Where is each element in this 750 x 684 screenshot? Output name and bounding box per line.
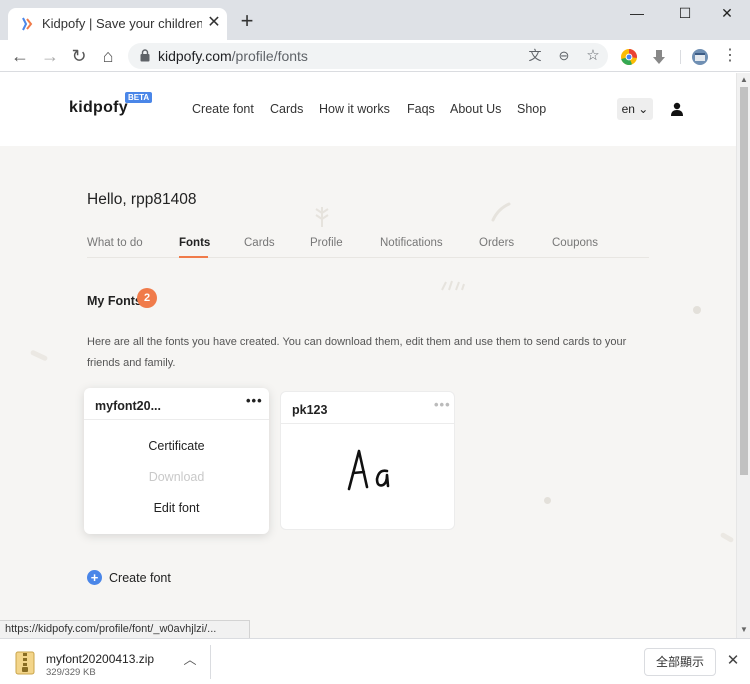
font-count-badge: 2 xyxy=(137,288,157,308)
tab-fonts[interactable]: Fonts xyxy=(179,237,210,249)
tab-what-to-do[interactable]: What to do xyxy=(87,237,143,249)
toolbar-divider xyxy=(680,50,681,64)
download-divider xyxy=(210,645,211,679)
forward-icon[interactable]: → xyxy=(38,44,62,68)
plus-icon: + xyxy=(87,570,102,585)
show-all-button[interactable]: 全部顯示 xyxy=(644,648,716,676)
nav-cards[interactable]: Cards xyxy=(270,102,303,116)
tab-close-icon[interactable]: ✕ xyxy=(206,14,222,32)
comet-doodle-icon xyxy=(491,202,511,222)
dash-decoration xyxy=(719,531,735,544)
card-divider xyxy=(281,423,454,424)
download-bar: myfont20200413.zip 329/329 KB ︿ 全部顯示 ✕ xyxy=(0,638,750,684)
chevron-up-icon[interactable]: ︿ xyxy=(183,653,197,667)
close-window-button[interactable]: ✕ xyxy=(704,2,750,28)
nav-shop[interactable]: Shop xyxy=(517,102,546,116)
font-preview-image xyxy=(347,449,390,491)
card-divider xyxy=(84,419,269,420)
download-file-name[interactable]: myfont20200413.zip xyxy=(46,652,154,666)
create-font-label: Create font xyxy=(109,571,171,585)
tab-cards[interactable]: Cards xyxy=(244,237,275,249)
download-file-size: 329/329 KB xyxy=(46,667,96,678)
extension-chrome-icon[interactable] xyxy=(620,48,638,66)
profile-tabs: What to do Fonts Cards Profile Notificat… xyxy=(87,234,649,258)
kidpofy-logo[interactable]: kidpofy xyxy=(69,99,128,117)
download-extension-icon[interactable] xyxy=(650,48,668,66)
profile-avatar-icon[interactable] xyxy=(691,48,709,66)
greeting-title: Hello, rpp81408 xyxy=(87,191,197,208)
grass-doodle-icon xyxy=(441,280,465,291)
more-options-icon[interactable]: ••• xyxy=(434,397,451,412)
tab-notifications[interactable]: Notifications xyxy=(380,237,443,249)
back-icon[interactable]: ← xyxy=(8,44,32,68)
nav-create-font[interactable]: Create font xyxy=(192,102,254,116)
maximize-button[interactable]: ☐ xyxy=(662,2,708,28)
dot-decoration xyxy=(693,306,701,314)
status-bar-url: https://kidpofy.com/profile/font/_w0avhj… xyxy=(0,620,250,638)
tab-coupons[interactable]: Coupons xyxy=(552,237,598,249)
certificate-menu-item[interactable]: Certificate xyxy=(84,439,269,453)
nav-faqs[interactable]: Faqs xyxy=(407,102,435,116)
menu-dots-icon[interactable]: ⋮ xyxy=(718,44,742,68)
home-icon[interactable]: ⌂ xyxy=(96,44,120,68)
nav-how-it-works[interactable]: How it works xyxy=(319,102,390,116)
browser-titlebar: Kidpofy | Save your children's d ✕ + — ☐… xyxy=(0,0,750,40)
active-tab-indicator xyxy=(179,256,208,258)
translate-icon[interactable]: 文 xyxy=(526,47,544,65)
zoom-icon[interactable]: ⊖ xyxy=(555,47,573,65)
dot-decoration xyxy=(544,497,551,504)
fonts-description: Here are all the fonts you have created.… xyxy=(87,336,627,369)
scroll-up-icon[interactable]: ▲ xyxy=(737,75,750,84)
address-bar[interactable]: kidpofy.com/profile/fonts 文 ⊖ ☆ xyxy=(128,43,608,69)
kidpofy-favicon-icon xyxy=(22,17,33,31)
lock-icon xyxy=(140,49,150,62)
zip-file-icon xyxy=(15,651,35,675)
font-card[interactable]: myfont20... ••• Certificate Download Edi… xyxy=(84,388,269,534)
site-header: kidpofy BETA Create font Cards How it wo… xyxy=(0,73,736,146)
my-fonts-title: My Fonts xyxy=(87,294,142,308)
leaf-doodle-icon xyxy=(315,207,329,227)
bookmark-star-icon[interactable]: ☆ xyxy=(584,47,602,65)
nav-about-us[interactable]: About Us xyxy=(450,102,501,116)
beta-badge: BETA xyxy=(125,92,153,103)
minimize-button[interactable]: — xyxy=(614,2,660,28)
language-select[interactable]: en ⌄ xyxy=(617,98,653,120)
scroll-down-icon[interactable]: ▼ xyxy=(737,625,750,634)
tab-orders[interactable]: Orders xyxy=(479,237,514,249)
browser-toolbar: ← → ↻ ⌂ kidpofy.com/profile/fonts 文 ⊖ ☆ … xyxy=(0,40,750,72)
font-name: myfont20... xyxy=(95,399,161,413)
new-tab-button[interactable]: + xyxy=(236,10,258,32)
close-download-bar-icon[interactable]: ✕ xyxy=(725,653,741,669)
page-content: kidpofy BETA Create font Cards How it wo… xyxy=(0,73,736,638)
font-card[interactable]: pk123 ••• xyxy=(280,391,455,530)
url-text: kidpofy.com/profile/fonts xyxy=(158,48,308,64)
reload-icon[interactable]: ↻ xyxy=(67,44,91,68)
browser-tab[interactable]: Kidpofy | Save your children's d ✕ xyxy=(8,8,227,40)
download-menu-item[interactable]: Download xyxy=(84,470,269,484)
scroll-thumb[interactable] xyxy=(740,87,748,475)
user-icon[interactable] xyxy=(670,102,684,116)
page-scrollbar[interactable]: ▲ ▼ xyxy=(736,73,750,638)
edit-font-menu-item[interactable]: Edit font xyxy=(84,501,269,515)
tab-profile[interactable]: Profile xyxy=(310,237,343,249)
font-name: pk123 xyxy=(292,403,328,417)
more-options-icon[interactable]: ••• xyxy=(246,393,263,408)
dash-decoration xyxy=(29,349,49,362)
tab-title: Kidpofy | Save your children's d xyxy=(42,16,202,31)
